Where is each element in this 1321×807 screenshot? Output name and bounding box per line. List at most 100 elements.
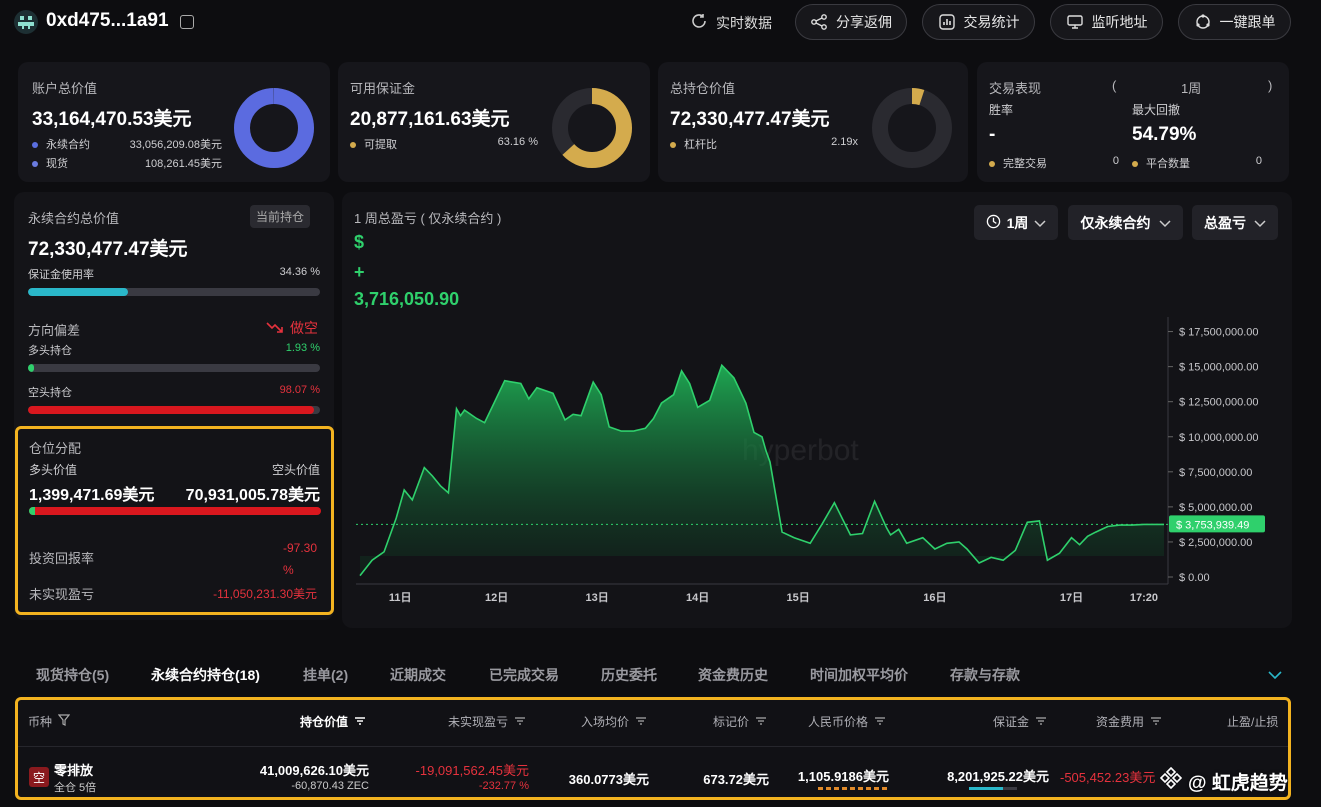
current-position-badge[interactable]: 当前持仓: [250, 205, 311, 228]
sort-icon: [354, 715, 366, 729]
tab-order-history[interactable]: 历史委托: [601, 665, 657, 685]
withdrawable-row: 可提取 63.16 %: [350, 136, 538, 152]
short-value-label: 空头价值: [271, 463, 320, 477]
margin-usage-row: 保证金使用率 34.36 %: [28, 266, 320, 282]
y-tick-label: $ 15,000,000.00: [1179, 362, 1259, 374]
col-cny-price-label: 人民币价格: [808, 715, 869, 729]
funding-cell: -505,452.23美元: [1060, 770, 1156, 785]
col-margin[interactable]: 保证金: [993, 713, 1047, 730]
margin-usage-mini-bar: [969, 787, 1017, 790]
closed-value: 0: [1255, 155, 1262, 167]
copy-icon[interactable]: [180, 15, 194, 29]
entry-price-cell: 360.0773美元: [568, 772, 649, 787]
available-margin-card: 可用保证金 20,877,161.63美元 可提取 63.16 %: [338, 62, 650, 182]
col-cny-price[interactable]: 人民币价格: [808, 713, 886, 730]
leverage-label: 杠杆比: [684, 139, 717, 151]
coin-name[interactable]: 零排放: [54, 760, 93, 779]
col-position-value[interactable]: 持仓价值: [300, 713, 366, 730]
stats-icon: [938, 13, 956, 31]
closed-count-row: 平合数量 0: [1132, 155, 1262, 171]
long-value-label: 多头价值: [29, 463, 78, 477]
y-tick-label: $ 12,500,000.00: [1179, 397, 1259, 409]
trade-stats-button[interactable]: 交易统计: [922, 4, 1035, 40]
x-tick-label: 17日: [1060, 591, 1083, 604]
col-entry-price[interactable]: 入场均价: [581, 713, 647, 730]
short-holding-label: 空头持仓: [28, 387, 72, 399]
monitor-address-button[interactable]: 监听地址: [1050, 4, 1163, 40]
tab-twap[interactable]: 时间加权平均价: [810, 665, 908, 685]
sort-icon: [1150, 715, 1162, 729]
mark-price-cell: 673.72美元: [703, 772, 769, 787]
long-value: 1,399,471.69美元: [29, 487, 155, 504]
performance-period-selector[interactable]: 1周: [1181, 78, 1201, 97]
completed-label: 完整交易: [1003, 158, 1047, 170]
margin-usage-label: 保证金使用率: [28, 269, 94, 281]
direction-bias-label: 方向偏差: [28, 323, 81, 338]
monitor-icon: [1066, 13, 1084, 31]
spot-dot-icon: [32, 161, 38, 168]
filter-icon[interactable]: [57, 714, 71, 729]
col-mark-price[interactable]: 标记价: [713, 713, 767, 730]
collapse-chevron-icon[interactable]: [1268, 667, 1282, 685]
cny-price-cell: 1,105.9186美元: [797, 769, 889, 784]
completed-value: 0: [1112, 155, 1119, 167]
sort-icon: [874, 715, 886, 729]
tab-perp[interactable]: 永续合约持仓(18): [151, 665, 260, 685]
tab-completed-trades[interactable]: 已完成交易: [489, 665, 559, 685]
long-holding-bar: [28, 364, 320, 372]
y-tick-label: $ 5,000,000.00: [1179, 502, 1252, 514]
tab-funding-history[interactable]: 资金费历史: [698, 665, 768, 685]
tab-orders[interactable]: 挂单(2): [303, 665, 348, 685]
x-tick-label: 15日: [787, 591, 810, 604]
sort-icon: [635, 715, 647, 729]
realtime-data-button[interactable]: 实时数据: [690, 12, 772, 33]
unrealized-pnl-pct: -232.77 %: [478, 780, 529, 792]
account-value-label: 账户总价值: [32, 81, 98, 96]
sort-icon: [755, 715, 767, 729]
share-rebate-label: 分享返佣: [836, 14, 892, 30]
spot-row-label: 现货: [46, 158, 68, 170]
completed-trades-row: 完整交易 0: [989, 155, 1119, 171]
tab-spot[interactable]: 现货持仓(5): [36, 665, 109, 685]
roi-value: -97.30 %: [283, 537, 317, 581]
account-value-card: 账户总价值 33,164,470.53美元 永续合约 33,056,209.08…: [18, 62, 330, 182]
col-coin[interactable]: 币种: [28, 713, 71, 730]
perp-row-label: 永续合约: [46, 139, 90, 151]
col-tp-sl: 止盈/止损: [1227, 715, 1279, 729]
allocation-title: 仓位分配: [29, 441, 82, 456]
tab-deposits[interactable]: 存款与存款: [950, 665, 1020, 685]
header-divider: [18, 746, 1288, 747]
brand-text: @ 虹虎趋势: [1188, 772, 1288, 794]
account-value: 33,164,470.53美元: [32, 109, 192, 130]
position-donut-chart: [872, 88, 952, 168]
refresh-icon: [690, 12, 708, 33]
col-mark-price-label: 标记价: [713, 715, 750, 729]
total-position-label: 总持仓价值: [670, 81, 736, 96]
col-position-value-label: 持仓价值: [300, 715, 349, 729]
tab-recent-fills[interactable]: 近期成交: [390, 665, 446, 685]
col-funding[interactable]: 资金费用: [1096, 713, 1162, 730]
y-tick-label: $ 17,500,000.00: [1179, 327, 1259, 339]
long-holding-label: 多头持仓: [28, 345, 72, 357]
cny-price-indicator: [818, 787, 890, 790]
sort-icon: [514, 715, 526, 729]
perp-value: 72,330,477.47美元: [28, 239, 188, 260]
margin-usage-bar: [28, 288, 320, 296]
long-holding-row: 多头持仓 1.93 %: [28, 342, 320, 358]
winrate-value: -: [989, 124, 996, 145]
col-unrealized-pnl[interactable]: 未实现盈亏: [448, 713, 526, 730]
withdrawable-value: 63.16 %: [497, 136, 538, 148]
performance-label: 交易表现: [989, 81, 1042, 96]
monitor-address-label: 监听地址: [1091, 14, 1148, 30]
period-paren-close: ): [1268, 78, 1273, 93]
perp-row: 永续合约 33,056,209.08美元: [32, 136, 222, 152]
donut-track: [872, 88, 952, 168]
share-rebate-button[interactable]: 分享返佣: [795, 4, 907, 40]
spot-row: 现货 108,261.45美元: [32, 155, 222, 171]
copy-trade-button[interactable]: 一键跟单: [1178, 4, 1291, 40]
margin-usage-value: 34.36 %: [279, 266, 320, 278]
y-tick-label: $ 0.00: [1179, 572, 1210, 584]
margin-cell: 8,201,925.22美元: [947, 769, 1049, 784]
total-position-card: 总持仓价值 72,330,477.47美元 杠杆比 2.19x: [658, 62, 968, 182]
account-donut-chart: [234, 88, 314, 168]
